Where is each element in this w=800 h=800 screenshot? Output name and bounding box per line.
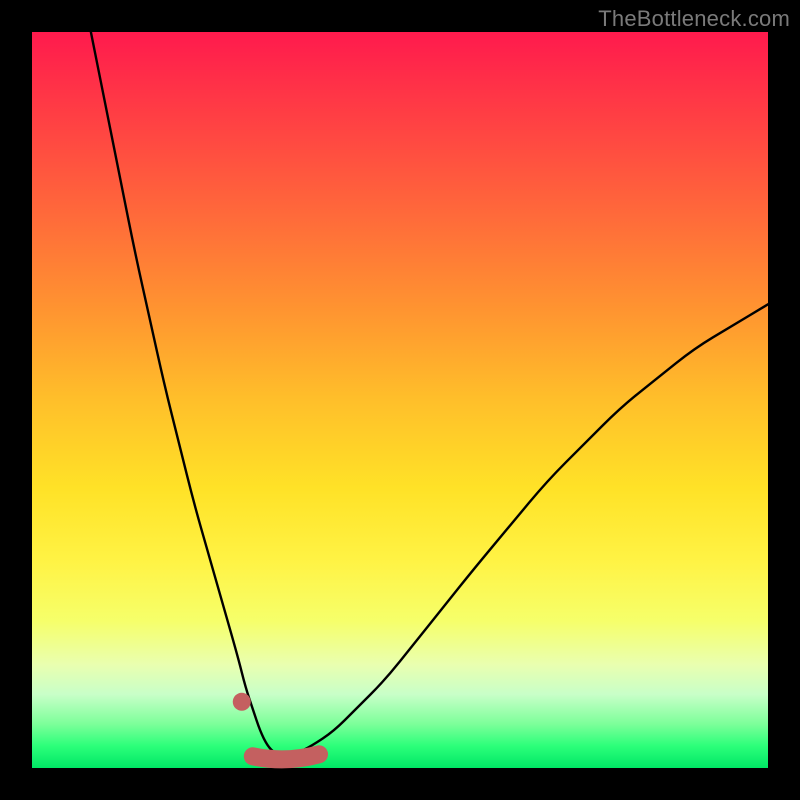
- highlight-flat-segment: [253, 754, 319, 759]
- bottleneck-curve: [91, 32, 768, 753]
- highlight-dot-icon: [233, 693, 251, 711]
- curve-layer: [32, 32, 768, 768]
- chart-frame: TheBottleneck.com: [0, 0, 800, 800]
- plot-area: [32, 32, 768, 768]
- watermark-text: TheBottleneck.com: [598, 6, 790, 32]
